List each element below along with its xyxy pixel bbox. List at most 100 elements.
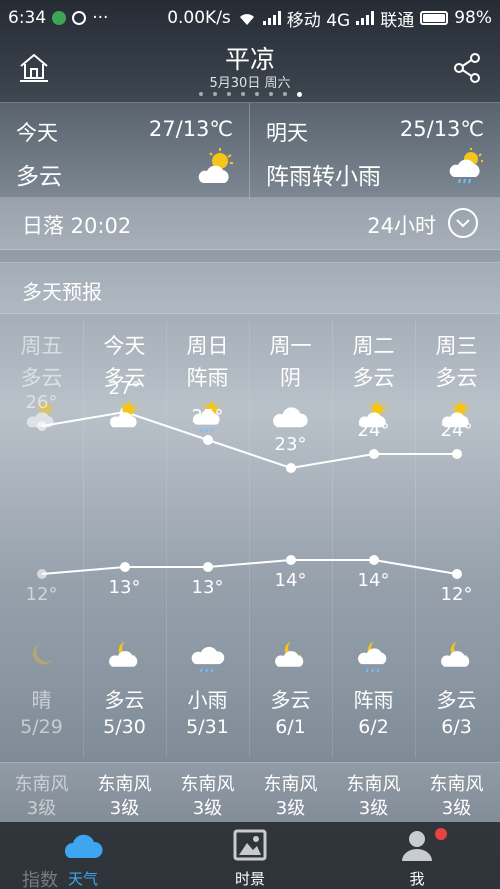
header-date: 5月30日 周六 xyxy=(209,76,291,91)
moon-cloud-icon xyxy=(441,641,470,667)
moon-icon xyxy=(33,643,53,665)
battery-level: 98% xyxy=(454,8,492,28)
tab-scenery[interactable]: 时景 xyxy=(167,822,333,889)
today-tomorrow-summary: 今天 27/13℃ 多云 明天 25/13℃ 阵雨转小雨 xyxy=(0,102,500,199)
hourly-label[interactable]: 24小时 xyxy=(367,210,436,240)
sunset-bar[interactable]: 日落 20:02 24小时 xyxy=(0,198,500,250)
forecast-date: 5/30 xyxy=(103,716,146,738)
forecast-date: 5/31 xyxy=(186,716,229,738)
night-condition: 多云 xyxy=(270,688,311,712)
rain-cloud-icon xyxy=(191,646,225,673)
cloud-icon xyxy=(273,407,308,428)
user-icon xyxy=(402,831,432,861)
forecast-date: 6/1 xyxy=(275,716,306,738)
partly-cloudy-icon xyxy=(109,400,139,428)
app-header: 平凉 5月30日 周六 xyxy=(0,36,500,102)
wind-level: 3级 xyxy=(358,798,389,819)
moon-shower-icon xyxy=(358,641,387,673)
weekday: 周三 xyxy=(435,334,478,358)
high-temp: 27° xyxy=(108,378,141,399)
tomorrow-card[interactable]: 明天 25/13℃ 阵雨转小雨 xyxy=(250,103,500,199)
page-dot xyxy=(268,92,273,96)
page-indicator xyxy=(0,92,500,97)
image-icon xyxy=(233,829,267,861)
page-dot xyxy=(282,92,287,96)
night-condition: 多云 xyxy=(436,688,477,712)
page-dot xyxy=(254,92,259,96)
wind-direction: 东南风 xyxy=(97,774,152,795)
cloud-icon xyxy=(64,834,103,858)
carrier-2: 联通 xyxy=(380,10,415,31)
forecast-day-column[interactable]: 周三 多云 24° 12° 多云 6/3 xyxy=(415,320,498,820)
app-notification-icon xyxy=(52,11,67,25)
tab-label: 时景 xyxy=(234,870,265,888)
wind-level: 3级 xyxy=(109,798,140,819)
wind-direction: 东南风 xyxy=(14,774,69,795)
day-condition: 阵雨 xyxy=(186,366,229,390)
high-temp: 25° xyxy=(191,406,224,427)
high-temp: 26° xyxy=(25,392,58,413)
day-condition: 多云 xyxy=(352,366,395,390)
weekday: 今天 xyxy=(103,334,146,358)
carrier-1: 移动 4G xyxy=(286,10,351,31)
today-card[interactable]: 今天 27/13℃ 多云 xyxy=(0,103,250,199)
page-dot xyxy=(240,92,245,96)
wind-cell: 东南风 3级 xyxy=(415,773,498,821)
signal-icon xyxy=(262,11,281,25)
night-condition: 晴 xyxy=(31,688,52,712)
low-temp: 12° xyxy=(25,584,58,605)
day-condition: 多云 xyxy=(20,366,63,390)
bottom-tab-bar: 指数 天气 时景 我 xyxy=(0,822,500,889)
app-notification-icon-2 xyxy=(72,11,87,25)
wind-row: 东南风 3级 东南风 3级 东南风 3级 东南风 3级 东南风 3级 东南风 3级 xyxy=(0,762,500,822)
expand-button[interactable] xyxy=(448,208,478,238)
tab-me[interactable]: 我 xyxy=(334,822,500,889)
signal-icon-2 xyxy=(356,11,375,25)
low-temp: 14° xyxy=(274,570,307,591)
city-title[interactable]: 平凉 xyxy=(0,40,500,76)
forecast-day-column[interactable]: 周二 多云 24° 14° 阵雨 6/2 xyxy=(332,320,415,820)
wind-level: 3级 xyxy=(26,798,57,819)
wind-cell: 东南风 3级 xyxy=(0,773,83,821)
chevron-down-icon xyxy=(456,219,470,228)
shower-icon xyxy=(449,148,483,184)
forecast-date: 5/29 xyxy=(20,716,63,738)
page-dot xyxy=(212,92,217,96)
forecast-day-column[interactable]: 周日 阵雨 25° 13° 小雨 5/31 xyxy=(166,320,249,820)
wind-level: 3级 xyxy=(192,798,223,819)
page-dot xyxy=(296,92,302,97)
high-temp: 24° xyxy=(440,420,473,441)
wind-direction: 东南风 xyxy=(180,774,235,795)
battery-icon xyxy=(420,11,449,25)
low-temp: 13° xyxy=(191,577,224,598)
day-condition: 多云 xyxy=(435,366,478,390)
tab-weather[interactable]: 天气 xyxy=(0,822,166,889)
tomorrow-label: 明天 xyxy=(266,121,308,145)
page-dot xyxy=(198,92,203,96)
forecast-day-column[interactable]: 周五多云 26° 12° 晴 5/29 xyxy=(0,320,83,820)
wind-cell: 东南风 3级 xyxy=(83,773,166,821)
today-condition: 多云 xyxy=(16,164,62,190)
status-time: 6:34 xyxy=(8,8,47,28)
today-label: 今天 xyxy=(16,121,58,145)
wind-direction: 东南风 xyxy=(429,774,484,795)
tab-label: 我 xyxy=(409,870,425,888)
night-condition: 阵雨 xyxy=(353,688,394,712)
low-temp: 13° xyxy=(108,577,141,598)
wind-cell: 东南风 3级 xyxy=(249,773,332,821)
weekday: 周二 xyxy=(352,334,395,358)
night-condition: 小雨 xyxy=(187,688,228,712)
wind-level: 3级 xyxy=(441,798,472,819)
forecast-day-column[interactable]: 周一阴 23° 14° 多云 6/1 xyxy=(249,320,332,820)
weekday: 周五 xyxy=(20,334,63,358)
low-temp: 14° xyxy=(357,570,390,591)
forecast-header: 多天预报 xyxy=(0,262,500,314)
weekday: 周一 xyxy=(269,334,312,358)
share-icon[interactable] xyxy=(452,52,482,84)
tomorrow-condition: 阵雨转小雨 xyxy=(266,164,381,190)
forecast-day-column[interactable]: 今天 多云 27° 13° 多云 5/30 xyxy=(83,320,166,820)
today-temp: 27/13℃ xyxy=(148,117,233,141)
tab-label: 天气 xyxy=(67,870,98,888)
wind-cell: 东南风 3级 xyxy=(166,773,249,821)
day-condition: 阴 xyxy=(280,366,301,390)
